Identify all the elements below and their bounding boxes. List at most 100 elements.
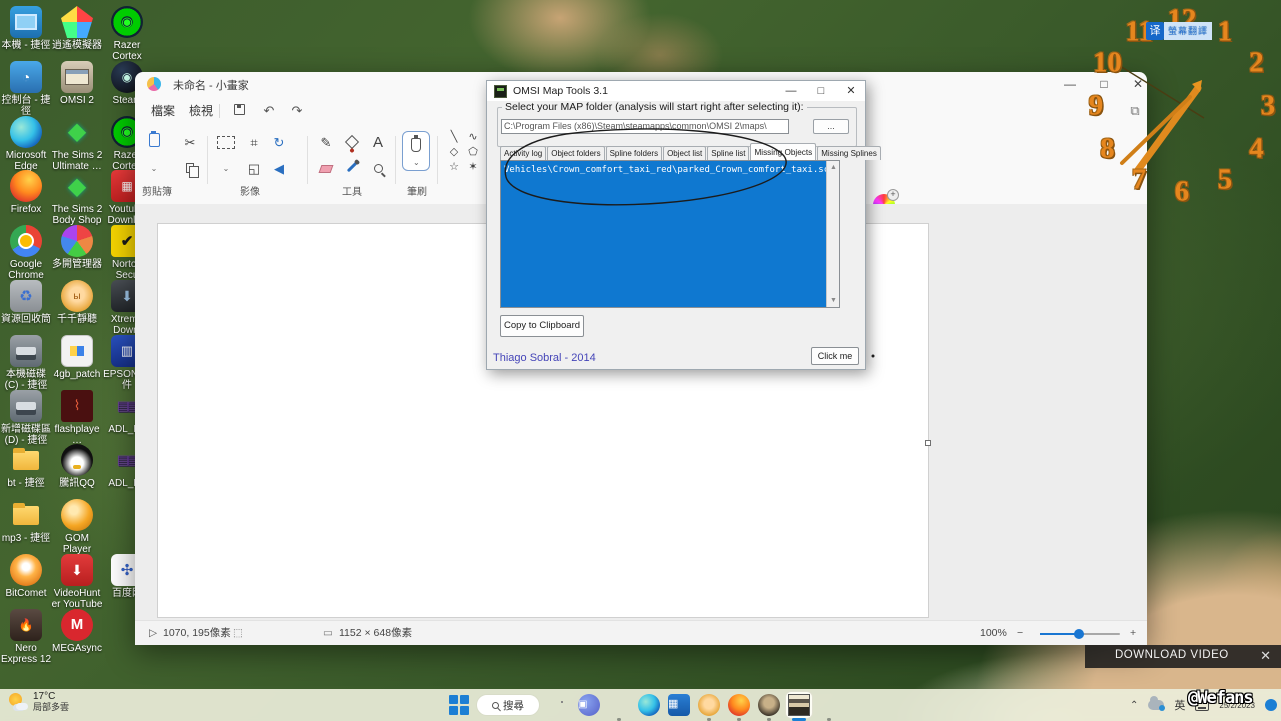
desktop-icon-omsi[interactable]: OMSI 2: [51, 61, 103, 106]
magnifier-icon[interactable]: [367, 158, 389, 180]
eraser-icon[interactable]: [315, 158, 337, 180]
start-button[interactable]: [448, 694, 470, 716]
desktop-icon-disk[interactable]: 本機磁碟 (C) - 捷徑: [0, 335, 52, 391]
resize-icon[interactable]: ◱: [243, 158, 265, 180]
tab-object-folders[interactable]: Object folders: [547, 146, 604, 160]
taskbar-icon-file-explorer[interactable]: [606, 692, 632, 718]
desktop-icon-sims[interactable]: The Sims 2 Body Shop: [51, 170, 103, 226]
desktop-icon-qq[interactable]: 騰訊QQ: [51, 444, 103, 489]
desktop-icon-mega[interactable]: MEGAsync: [51, 609, 103, 654]
taskbar-icon-edge[interactable]: [636, 692, 662, 718]
desktop-icon-folder[interactable]: bt - 捷徑: [0, 444, 52, 489]
taskbar-icon-ttplayer[interactable]: [696, 692, 722, 718]
brushes-button[interactable]: ⌄: [402, 131, 430, 171]
shape-icon-3[interactable]: ◇: [445, 145, 463, 160]
tab-spline-folders[interactable]: Spline folders: [606, 146, 662, 160]
taskbar-weather-widget[interactable]: 17°C 局部多雲: [8, 691, 69, 712]
missing-objects-list[interactable]: Vehicles\Crown_comfort_taxi_red\parked_C…: [500, 160, 840, 308]
taskbar-icon-omsi-2[interactable]: [756, 692, 782, 718]
scroll-up-icon[interactable]: ▲: [827, 161, 840, 174]
desktop-icon-pc[interactable]: 本機 - 捷徑: [0, 6, 52, 51]
tab-spline-list[interactable]: Spline list: [707, 146, 749, 160]
paste-icon[interactable]: [143, 132, 165, 154]
undo-icon[interactable]: ↶: [257, 100, 281, 122]
fill-icon[interactable]: [341, 132, 363, 154]
click-me-button[interactable]: Click me: [811, 347, 859, 365]
canvas-resize-handle[interactable]: [925, 440, 931, 446]
paste-chevron-icon[interactable]: ⌄: [143, 158, 165, 180]
desktop-icon-folder[interactable]: mp3 - 捷徑: [0, 499, 52, 544]
desktop-icon-patch[interactable]: 4gb_patch: [51, 335, 103, 380]
menu-file[interactable]: 檔案: [143, 100, 183, 122]
zoom-out-icon[interactable]: −: [1017, 621, 1023, 646]
desktop-icon-nero[interactable]: Nero Express 12: [0, 609, 52, 665]
list-scrollbar[interactable]: ▲ ▼: [826, 161, 839, 307]
select-chevron-icon[interactable]: ⌄: [215, 158, 237, 180]
shape-icon-6[interactable]: ☆: [445, 160, 463, 175]
cloud-tray-icon[interactable]: [1148, 700, 1164, 710]
translator-icon[interactable]: 译: [1146, 22, 1164, 40]
scroll-down-icon[interactable]: ▼: [827, 294, 840, 307]
cut-icon[interactable]: ✂: [179, 132, 201, 154]
desktop-icon-chrome[interactable]: Google Chrome: [0, 225, 52, 281]
crop-icon[interactable]: ⌗: [243, 132, 265, 154]
shape-icon-4[interactable]: ⬠: [464, 145, 482, 160]
eyedropper-icon[interactable]: [341, 158, 363, 180]
desktop-icon-bitcomet[interactable]: BitComet: [0, 554, 52, 599]
desktop-icon-bin[interactable]: 資源回收筒: [0, 280, 52, 325]
download-video-bar[interactable]: DOWNLOAD VIDEO ✕: [1085, 645, 1281, 668]
desktop-icon-sims[interactable]: The Sims 2 Ultimate …: [51, 116, 103, 172]
credit-link[interactable]: Thiago Sobral - 2014: [493, 352, 596, 364]
shape-icon-7[interactable]: ✶: [464, 160, 482, 175]
zoom-slider[interactable]: [1040, 633, 1120, 635]
map-folder-input[interactable]: C:\Program Files (x86)\Steam\steamapps\c…: [501, 119, 789, 134]
dialog-maximize-button[interactable]: □: [807, 81, 835, 101]
taskbar-icon-firefox[interactable]: [726, 692, 752, 718]
desktop-icon-razer[interactable]: Razer Cortex: [101, 6, 153, 62]
zoom-slider-thumb[interactable]: [1074, 629, 1084, 639]
tray-chevron-icon[interactable]: ⌃: [1130, 700, 1138, 711]
desktop-icon-flash[interactable]: flashplaye…: [51, 390, 103, 446]
desktop-icon-multi[interactable]: 多開管理器: [51, 225, 103, 270]
desktop-icon-memu[interactable]: 逍遙模擬器: [51, 6, 103, 51]
copy-to-clipboard-button[interactable]: Copy to Clipboard: [500, 315, 584, 337]
save-icon[interactable]: [227, 100, 251, 122]
tab-missing-objects[interactable]: Missing Objects: [750, 143, 816, 160]
desktop-icon-tt[interactable]: 千千靜聽: [51, 280, 103, 325]
text-tool-icon[interactable]: A: [367, 132, 389, 154]
taskbar-search[interactable]: 搜尋: [476, 694, 540, 716]
tab-missing-splines[interactable]: Missing Splines: [817, 146, 881, 160]
tab-activity-log[interactable]: Activity log: [500, 146, 546, 160]
taskbar-icon-task-view[interactable]: [546, 692, 572, 718]
dialog-titlebar[interactable]: OMSI Map Tools 3.1 — □ ✕: [487, 81, 865, 101]
desktop-icon-cpl[interactable]: 控制台 - 捷徑: [0, 61, 52, 117]
share-icon[interactable]: ⧉: [1123, 100, 1147, 122]
flip-icon[interactable]: ◀: [268, 158, 290, 180]
close-button[interactable]: ✕: [1121, 72, 1155, 96]
pencil-icon[interactable]: ✎: [315, 132, 337, 154]
zoom-in-icon[interactable]: +: [1130, 621, 1136, 646]
menu-view[interactable]: 檢視: [181, 100, 221, 122]
download-video-label[interactable]: DOWNLOAD VIDEO: [1115, 649, 1229, 661]
dialog-close-button[interactable]: ✕: [837, 81, 865, 101]
missing-object-entry[interactable]: Vehicles\Crown_comfort_taxi_red\parked_C…: [504, 165, 835, 175]
taskbar-icon-microsoft-store[interactable]: [666, 692, 692, 718]
download-bar-close-icon[interactable]: ✕: [1260, 648, 1271, 664]
browse-button[interactable]: ...: [813, 119, 849, 134]
copy-icon[interactable]: [179, 158, 201, 180]
tab-object-list[interactable]: Object list: [663, 146, 706, 160]
taskbar-icon-paint[interactable]: [816, 692, 842, 718]
shape-icon-0[interactable]: ╲: [445, 130, 463, 145]
shape-icon-1[interactable]: ∿: [464, 130, 482, 145]
dialog-minimize-button[interactable]: —: [777, 81, 805, 101]
desktop-icon-gom[interactable]: GOM Player: [51, 499, 103, 555]
desktop-icon-disk[interactable]: 新增磁碟區 (D) - 捷徑: [0, 390, 52, 446]
redo-icon[interactable]: ↷: [285, 100, 309, 122]
ime-indicator[interactable]: 英: [1174, 697, 1185, 713]
desktop-icon-ff[interactable]: Firefox: [0, 170, 52, 215]
notification-badge[interactable]: [1265, 699, 1277, 711]
translator-popup[interactable]: 译 螢幕翻譯: [1146, 22, 1212, 40]
minimize-button[interactable]: —: [1053, 72, 1087, 96]
rotate-icon[interactable]: ↻: [268, 132, 290, 154]
maximize-button[interactable]: □: [1087, 72, 1121, 96]
